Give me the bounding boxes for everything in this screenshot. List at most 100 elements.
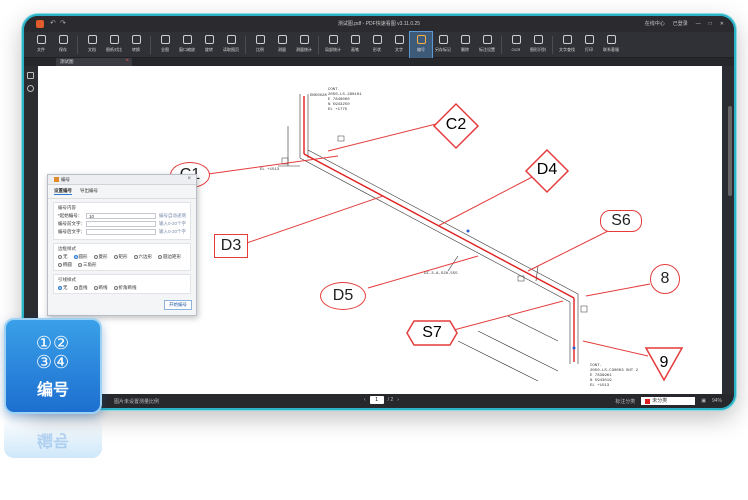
border-style-radio[interactable]: 矩形: [113, 254, 128, 260]
drawing-text: DZ-3-A-S28-555: [424, 272, 458, 276]
tab-document[interactable]: 测试图 ×: [56, 58, 132, 66]
toolbar-shape-recognize-button[interactable]: 图形识别: [527, 32, 549, 58]
border-style-radio[interactable]: 圆边矩形: [158, 254, 181, 260]
border-style-radio[interactable]: 菱形: [93, 254, 108, 260]
toolbar-print-button[interactable]: 打印: [578, 32, 600, 58]
leader-group-title: 引线样式: [58, 277, 76, 282]
toolbar-delete-button[interactable]: 删除: [454, 32, 476, 58]
radio-dot: [58, 255, 62, 259]
leader-style-radio[interactable]: 无: [58, 285, 68, 291]
callout-d4[interactable]: D4: [524, 148, 570, 194]
toolbar-label: 局部统计: [325, 47, 341, 52]
close-icon[interactable]: ✕: [720, 21, 724, 27]
vertical-scrollbar[interactable]: [726, 66, 734, 394]
toolbar-save-markup-button[interactable]: 另存标记: [432, 32, 454, 58]
badge-reflection: 编号: [4, 418, 102, 458]
convert-icon: [131, 35, 141, 44]
start-numbering-button[interactable]: 开始编号: [164, 300, 192, 310]
toolbar-rotate-button[interactable]: 旋转: [198, 32, 220, 58]
toolbar-compare-button[interactable]: 图纸对比: [103, 32, 125, 58]
leader-style-radio[interactable]: 折角断线: [113, 285, 137, 291]
toolbar-zoom-window-button[interactable]: 窗口缩放: [176, 32, 198, 58]
start-number-input[interactable]: 10: [86, 213, 156, 219]
mark-category-select[interactable]: 未分类: [641, 397, 696, 405]
toolbar-label: 文档: [88, 47, 96, 52]
callout-d3[interactable]: D3: [214, 234, 248, 258]
toolbar-markup-settings-button[interactable]: 标注设置: [476, 32, 498, 58]
leader-style-radio[interactable]: 直线: [73, 285, 88, 291]
drawing-text: EL +1513: [260, 168, 280, 172]
tab-export-numbering[interactable]: 导出编号: [80, 188, 98, 195]
callout-8[interactable]: 8: [650, 264, 680, 294]
toolbar-document-button[interactable]: 文档: [81, 32, 103, 58]
toolbar-label: 测量: [278, 47, 286, 52]
dialog-titlebar: 编号 ×: [48, 175, 196, 185]
toolbar-label: 文件: [37, 47, 45, 52]
maximize-icon[interactable]: □: [709, 21, 712, 27]
toolbar-shape-button[interactable]: 形状: [366, 32, 388, 58]
callout-9[interactable]: 9: [644, 346, 684, 382]
online-center-link[interactable]: 在线中心: [645, 20, 665, 27]
callout-c2-label: C2: [445, 116, 467, 133]
measure-stats-icon: [299, 35, 309, 44]
compare-icon: [109, 35, 119, 44]
support-icon: [606, 35, 616, 44]
toolbar-pen-button[interactable]: 画笔: [344, 32, 366, 58]
help-icon[interactable]: [26, 85, 34, 92]
tab-set-numbering[interactable]: 设置编号: [54, 188, 72, 195]
callout-s7[interactable]: S7: [406, 320, 458, 346]
toolbar-measure-button[interactable]: 测量: [271, 32, 293, 58]
suffix-input[interactable]: [86, 229, 156, 235]
toolbar-measure-stats-button[interactable]: 测量统计: [293, 32, 315, 58]
border-style-radio-label: 矩形: [118, 254, 128, 259]
callout-c2[interactable]: C2: [432, 102, 480, 150]
toolbar-label: 文字: [395, 47, 403, 52]
toolbar-fit-all-button[interactable]: 全图: [154, 32, 176, 58]
next-page-icon[interactable]: ›: [397, 397, 399, 403]
status-bar: 图片未设置测量比例 ‹ 1 / 2 › 标注分类 未分类 ▣ 94%: [24, 394, 734, 408]
bookmark-icon[interactable]: [26, 72, 34, 79]
toolbar-partial-stats-button[interactable]: 局部统计: [322, 32, 344, 58]
toolbar-file-button[interactable]: 文件: [30, 32, 52, 58]
toolbar-read-page-button[interactable]: 读取图页: [220, 32, 242, 58]
prefix-input[interactable]: [86, 221, 156, 227]
border-style-radio-label: 无: [63, 254, 68, 259]
border-style-radio[interactable]: 六边形: [133, 254, 152, 260]
user-account-link[interactable]: 已登录: [673, 20, 688, 27]
toolbar-label: 打印: [585, 47, 593, 52]
radio-dot: [78, 263, 82, 267]
drawing-text: EL +1513: [590, 384, 610, 388]
toolbar-numbering-button[interactable]: 编号: [409, 31, 433, 59]
dialog-close-icon[interactable]: ×: [187, 176, 191, 182]
toolbar-ocr-button[interactable]: OCR: [505, 32, 527, 58]
toolbar-separator: [150, 36, 151, 54]
border-style-radio[interactable]: 圆形: [73, 254, 88, 260]
toolbar-save-button[interactable]: 保存: [52, 32, 74, 58]
mark-category-value: 未分类: [652, 398, 668, 404]
border-style-radio[interactable]: 无: [58, 254, 68, 260]
view-mode-icon[interactable]: ▣: [701, 398, 706, 404]
start-hint: 编号自动递增: [159, 213, 186, 218]
border-style-radio-label: 圆形: [78, 254, 88, 259]
toolbar-label: 文字查找: [559, 47, 575, 52]
drawing-text: CONT.: [590, 364, 602, 368]
toolbar-text-button[interactable]: 文字: [388, 32, 410, 58]
toolbar-text-search-button[interactable]: 文字查找: [556, 32, 578, 58]
page-input[interactable]: 1: [369, 396, 384, 404]
scroll-thumb[interactable]: [728, 106, 732, 196]
feature-badge: ①② ③④ 编号: [4, 318, 102, 414]
prev-page-icon[interactable]: ‹: [364, 397, 366, 403]
zoom-level[interactable]: 94%: [712, 398, 722, 404]
border-style-radio[interactable]: 椭圆: [58, 262, 72, 268]
tab-close-icon[interactable]: ×: [125, 58, 129, 64]
minimize-icon[interactable]: —: [696, 21, 701, 27]
ocr-icon: [511, 35, 521, 44]
page-total: / 2: [387, 397, 394, 403]
toolbar-scale-button[interactable]: 比例: [249, 32, 271, 58]
callout-d5[interactable]: D5: [320, 282, 366, 310]
border-style-radio[interactable]: 三角形: [78, 262, 97, 268]
toolbar-support-button[interactable]: 联系客服: [600, 32, 622, 58]
callout-s6[interactable]: S6: [600, 210, 642, 232]
toolbar-convert-button[interactable]: 转换: [125, 32, 147, 58]
leader-style-radio[interactable]: 断线: [93, 285, 108, 291]
